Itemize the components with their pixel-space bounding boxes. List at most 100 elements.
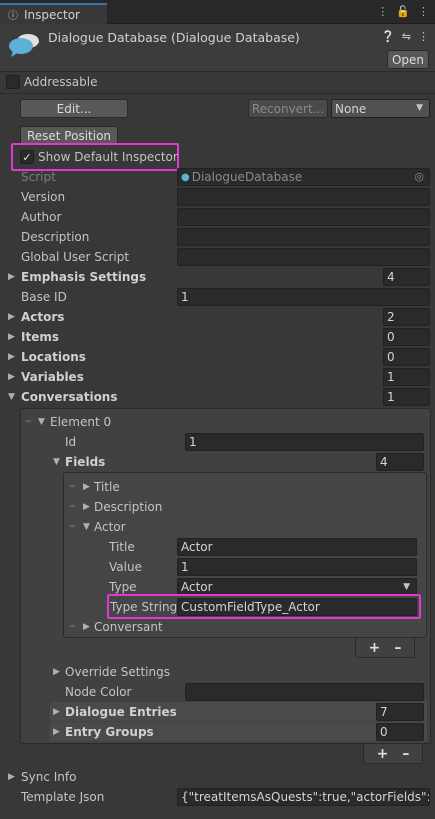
global-user-script-field[interactable] (177, 248, 430, 266)
addressable-label: Addressable (24, 75, 98, 89)
emphasis-settings-label[interactable]: Emphasis Settings (21, 270, 146, 284)
edit-button[interactable]: Edit... (20, 99, 128, 118)
remove-icon[interactable]: – (402, 746, 409, 762)
expand-arrow-icon[interactable]: ▶ (83, 482, 90, 492)
add-icon[interactable]: + (377, 746, 389, 762)
actor-value-label: Value (109, 560, 142, 574)
drag-handle-icon[interactable]: ═ (70, 482, 75, 491)
id-label: Id (65, 435, 77, 449)
actor-type-label: Type (109, 580, 137, 594)
collapse-arrow-icon[interactable]: ▼ (53, 457, 60, 467)
author-label: Author (21, 210, 62, 224)
dialogue-entries-label[interactable]: Dialogue Entries (65, 705, 177, 719)
header-icons: ❔ ⇋ ⋮ (381, 30, 429, 43)
actor-type-string-field[interactable]: CustomFieldType_Actor (177, 598, 417, 616)
help-icon[interactable]: ❔ (381, 30, 395, 43)
addressable-checkbox[interactable] (6, 75, 20, 89)
actor-title-label: Title (109, 540, 135, 554)
field-conversant-label[interactable]: Conversant (94, 620, 163, 634)
locations-label[interactable]: Locations (21, 350, 86, 364)
open-button[interactable]: Open (387, 50, 429, 69)
expand-arrow-icon[interactable]: ▶ (8, 352, 15, 362)
expand-arrow-icon[interactable]: ▶ (8, 272, 15, 282)
fields-label[interactable]: Fields (65, 455, 105, 469)
actor-type-string-label: Type String (110, 600, 178, 614)
inspector-header: Dialogue Database (Dialogue Database) ❔ … (0, 24, 435, 72)
chevron-down-icon: ▼ (403, 582, 410, 592)
node-color-field[interactable] (185, 683, 424, 701)
description-field[interactable] (177, 228, 430, 246)
actor-value-field[interactable]: 1 (177, 558, 417, 576)
add-icon[interactable]: + (369, 640, 381, 656)
script-label: Script (21, 170, 56, 184)
tab-inspector[interactable]: ⓘ Inspector (0, 3, 107, 24)
script-field: ● DialogueDatabase ◎ (177, 168, 430, 186)
field-actor-label[interactable]: Actor (94, 520, 126, 534)
variables-label[interactable]: Variables (21, 370, 84, 384)
field-description-label[interactable]: Description (94, 500, 162, 514)
template-json-field[interactable]: {"treatItemsAsQuests":true,"actorFields"… (177, 788, 430, 806)
expand-arrow-icon[interactable]: ▶ (8, 332, 15, 342)
show-default-inspector-checkbox[interactable]: ✓ (20, 150, 34, 164)
tab-bar: ⓘ Inspector ⋮ 🔓 ⋮ (0, 0, 435, 24)
settings-sliders-icon[interactable]: ⇋ (402, 30, 411, 43)
dialogue-entries-count[interactable]: 7 (376, 703, 424, 721)
inspector-title: Dialogue Database (Dialogue Database) (48, 30, 300, 45)
menu-icon[interactable]: ⋮ (418, 5, 429, 18)
base-id-label: Base ID (21, 290, 67, 304)
emphasis-settings-count[interactable]: 4 (383, 268, 430, 286)
expand-arrow-icon[interactable]: ▶ (83, 502, 90, 512)
target-icon[interactable]: ◎ (414, 170, 424, 183)
expand-arrow-icon[interactable]: ▶ (83, 622, 90, 632)
id-field[interactable]: 1 (185, 433, 424, 451)
variables-count[interactable]: 1 (383, 368, 430, 386)
reconvert-button[interactable]: Reconvert... (248, 99, 328, 118)
tab-label: Inspector (24, 7, 80, 22)
drag-handle-icon[interactable]: ═ (70, 622, 75, 631)
expand-arrow-icon[interactable]: ▶ (8, 772, 15, 782)
override-settings-label[interactable]: Override Settings (65, 665, 170, 679)
expand-arrow-icon[interactable]: ▶ (8, 312, 15, 322)
none-dropdown[interactable]: None ▼ (331, 99, 430, 118)
entry-groups-label[interactable]: Entry Groups (65, 725, 154, 739)
expand-arrow-icon[interactable]: ▶ (8, 372, 15, 382)
collapse-arrow-icon[interactable]: ▼ (38, 417, 45, 427)
version-label: Version (21, 190, 66, 204)
fields-add-remove: + – (355, 638, 415, 658)
expand-arrow-icon[interactable]: ▶ (53, 727, 60, 737)
expand-arrow-icon[interactable]: ▶ (53, 667, 60, 677)
version-field[interactable] (177, 188, 430, 206)
expand-arrow-icon[interactable]: ▶ (53, 707, 60, 717)
collapse-arrow-icon[interactable]: ▼ (8, 392, 15, 402)
fields-count[interactable]: 4 (376, 453, 424, 471)
entry-groups-count[interactable]: 0 (376, 723, 424, 741)
items-label[interactable]: Items (21, 330, 59, 344)
drag-handle-icon[interactable]: ═ (70, 522, 75, 531)
locations-count[interactable]: 0 (383, 348, 430, 366)
conversations-label[interactable]: Conversations (21, 390, 118, 404)
element-0-label[interactable]: Element 0 (50, 415, 111, 429)
remove-icon[interactable]: – (394, 640, 401, 656)
speech-bubble-icon (8, 32, 40, 57)
drag-handle-icon[interactable]: ═ (26, 417, 31, 426)
menu-icon[interactable]: ⋮ (418, 30, 429, 43)
drag-handle-icon[interactable]: ═ (70, 502, 75, 511)
conversations-count[interactable]: 1 (383, 388, 430, 406)
actors-label[interactable]: Actors (21, 310, 64, 324)
actor-title-field[interactable]: Actor (177, 538, 417, 556)
field-title-label[interactable]: Title (94, 480, 120, 494)
lock-icon[interactable]: 🔓 (396, 5, 410, 18)
script-asset-icon: ● (181, 171, 190, 183)
author-field[interactable] (177, 208, 430, 226)
sync-info-label[interactable]: Sync Info (21, 770, 76, 784)
actors-count[interactable]: 2 (383, 308, 430, 326)
tab-icons: ⋮ 🔓 ⋮ (377, 5, 429, 18)
info-icon: ⓘ (8, 11, 18, 22)
collapse-arrow-icon[interactable]: ▼ (83, 522, 90, 532)
chevron-down-icon: ▼ (416, 103, 423, 113)
node-color-label: Node Color (65, 685, 132, 699)
more-icon[interactable]: ⋮ (377, 5, 388, 18)
base-id-field[interactable]: 1 (177, 288, 430, 306)
items-count[interactable]: 0 (383, 328, 430, 346)
global-user-script-label: Global User Script (21, 250, 130, 264)
